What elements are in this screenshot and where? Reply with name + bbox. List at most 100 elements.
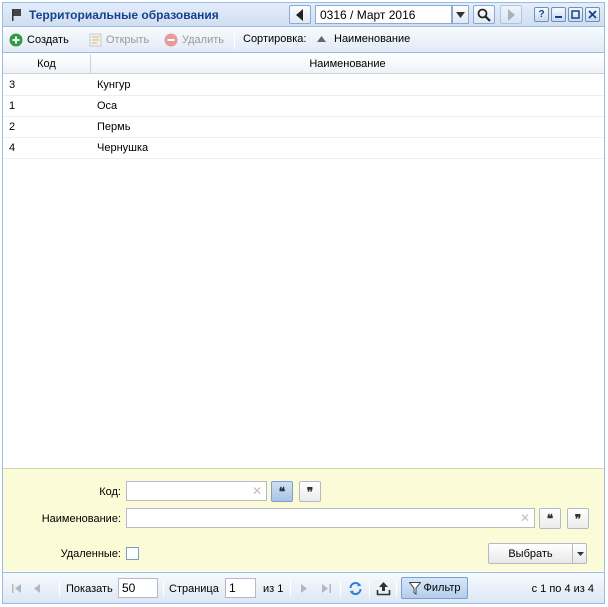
open-label: Открыть <box>106 34 150 46</box>
cell-code: 4 <box>9 142 16 154</box>
maximize-button[interactable] <box>568 7 583 22</box>
add-icon <box>9 33 23 47</box>
page-label: Страница <box>169 582 219 595</box>
partial-match-button[interactable]: ❞ <box>567 508 589 529</box>
first-page-button[interactable] <box>11 573 22 603</box>
funnel-icon <box>408 581 421 595</box>
prev-page-button[interactable] <box>33 573 41 603</box>
filter-toggle-label: Фильтр <box>423 582 461 594</box>
chevron-down-icon <box>456 11 465 18</box>
create-label: Создать <box>27 34 69 46</box>
cell-code: 2 <box>9 121 16 133</box>
table-row[interactable]: 3 Кунгур <box>3 75 604 96</box>
page-number-input[interactable]: 1 <box>225 578 256 598</box>
exact-match-button[interactable]: ❝ <box>539 508 561 529</box>
cell-code: 3 <box>9 79 16 91</box>
quote-open-icon: ❝ <box>546 511 554 526</box>
help-button[interactable]: ? <box>534 7 549 22</box>
close-button[interactable] <box>585 7 600 22</box>
period-field[interactable]: 0316 / Март 2016 <box>315 5 452 24</box>
delete-label: Удалить <box>182 34 224 46</box>
open-button[interactable]: Открыть <box>89 33 149 47</box>
table-row[interactable]: 1 Оса <box>3 96 604 117</box>
exact-match-button[interactable]: ❝ <box>271 481 293 502</box>
clear-icon[interactable]: ✕ <box>520 511 530 525</box>
period-dropdown-trigger[interactable] <box>452 5 469 24</box>
name-filter-input[interactable]: ✕ <box>126 508 535 528</box>
minimize-button[interactable] <box>551 7 566 22</box>
filter-panel: Код: ✕ ❝ ❞ Наименование: ✕ ❝ ❞ Удаленные… <box>3 468 604 571</box>
help-icon: ? <box>538 9 545 20</box>
partial-match-button[interactable]: ❞ <box>299 481 321 502</box>
cell-code: 1 <box>9 100 16 112</box>
filter-toggle-button[interactable]: Фильтр <box>401 577 468 599</box>
paging-summary: с 1 по 4 из 4 <box>531 582 594 595</box>
chevron-down-icon <box>576 551 584 556</box>
search-icon <box>477 8 491 22</box>
quote-close-icon: ❞ <box>306 484 314 499</box>
next-period-button[interactable] <box>500 5 522 24</box>
show-label: Показать <box>66 582 113 595</box>
grid-header: Код Наименование <box>3 54 604 74</box>
cell-name: Пермь <box>97 121 131 133</box>
deleted-filter-label: Удаленные: <box>60 548 121 560</box>
last-page-button[interactable] <box>321 573 332 603</box>
table-row[interactable]: 4 Чернушка <box>3 138 604 159</box>
sort-ascending-icon <box>317 36 326 42</box>
first-page-icon <box>12 584 21 593</box>
next-page-button[interactable] <box>300 573 308 603</box>
minimize-icon <box>555 16 562 18</box>
clear-icon[interactable]: ✕ <box>252 484 262 498</box>
delete-button[interactable]: Удалить <box>164 33 224 47</box>
search-period-button[interactable] <box>473 5 495 24</box>
upload-icon <box>376 582 391 596</box>
code-filter-label: Код: <box>99 486 121 498</box>
pager-separator <box>290 580 291 597</box>
flag-icon <box>12 9 21 21</box>
toolbar-separator <box>234 32 235 49</box>
last-page-icon <box>322 584 331 593</box>
prev-period-button[interactable] <box>289 5 311 24</box>
refresh-button[interactable] <box>348 573 363 603</box>
sort-field-button[interactable]: Наименование <box>317 33 410 45</box>
export-button[interactable] <box>376 573 391 603</box>
pager-separator <box>340 580 341 597</box>
cell-name: Кунгур <box>97 79 131 91</box>
column-header-code[interactable]: Код <box>3 54 91 74</box>
paging-toolbar: Показать 50 Страница 1 из 1 Фильтр с 1 п… <box>3 572 604 603</box>
title-bar: Территориальные образования 0316 / Март … <box>3 3 604 27</box>
next-page-icon <box>301 584 307 593</box>
deleted-checkbox[interactable] <box>126 547 139 560</box>
cell-name: Оса <box>97 100 118 112</box>
territorial-window: Территориальные образования 0316 / Март … <box>2 2 605 604</box>
quote-open-icon: ❝ <box>278 484 286 499</box>
sort-field-label: Наименование <box>334 33 411 45</box>
select-label: Выбрать <box>508 547 553 560</box>
pager-separator <box>396 580 397 597</box>
column-header-name[interactable]: Наименование <box>91 54 604 74</box>
document-icon <box>89 33 102 47</box>
toolbar: Создать Открыть Удалить Сортировка: Наим… <box>3 28 604 53</box>
window-title: Территориальные образования <box>29 8 219 22</box>
close-icon <box>588 10 597 19</box>
grid-body: 3 Кунгур 1 Оса 2 Пермь 4 Чернушка <box>3 75 604 468</box>
pager-separator <box>59 580 60 597</box>
select-menu-trigger[interactable] <box>572 543 587 564</box>
sort-label: Сортировка: <box>243 33 307 45</box>
code-filter-input[interactable]: ✕ <box>126 481 267 501</box>
create-button[interactable]: Создать <box>9 33 69 47</box>
table-row[interactable]: 2 Пермь <box>3 117 604 138</box>
refresh-icon <box>349 582 362 595</box>
pager-separator <box>369 580 370 597</box>
name-filter-label: Наименование: <box>41 513 121 525</box>
cell-name: Чернушка <box>97 142 149 154</box>
quote-close-icon: ❞ <box>574 511 582 526</box>
page-size-input[interactable]: 50 <box>118 578 158 598</box>
pager-separator <box>163 580 164 597</box>
prev-page-icon <box>34 584 40 593</box>
arrow-left-icon <box>296 8 303 21</box>
page-count-label: из 1 <box>263 582 284 595</box>
remove-icon <box>164 33 178 47</box>
maximize-icon <box>571 10 580 19</box>
arrow-right-icon <box>508 8 515 21</box>
